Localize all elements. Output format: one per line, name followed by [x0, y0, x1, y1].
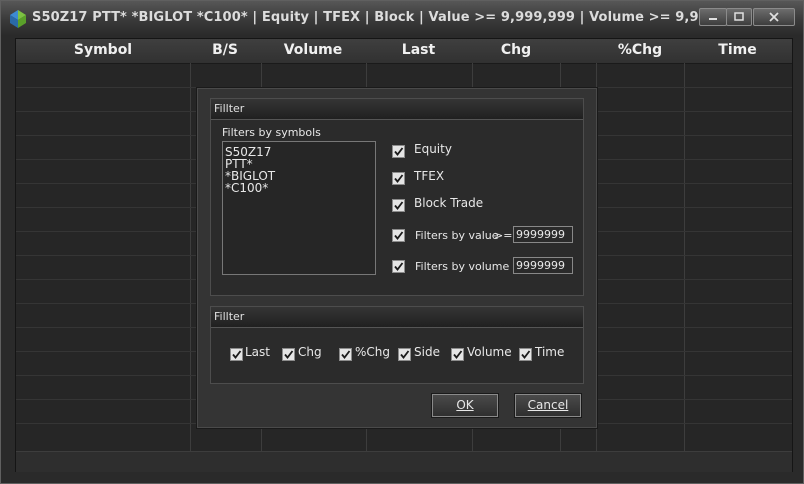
checkmark-icon: [400, 350, 410, 359]
ok-button[interactable]: OK: [432, 394, 498, 417]
column-header-pchg[interactable]: %Chg: [596, 42, 684, 58]
side-column-label: Side: [414, 345, 440, 359]
time-column-checkbox[interactable]: [519, 348, 532, 361]
filters-by-symbols-label: Filters by symbols: [222, 126, 321, 139]
tfex-checkbox[interactable]: [392, 172, 405, 185]
last-column-checkbox[interactable]: [230, 348, 243, 361]
pchg-column-checkbox[interactable]: [339, 348, 352, 361]
group-header: Fillter: [211, 307, 583, 328]
symbols-textarea[interactable]: S50Z17 PTT* *BIGLOT *C100*: [222, 141, 376, 275]
group-title: Fillter: [214, 310, 245, 323]
column-header-bs[interactable]: B/S: [190, 42, 260, 58]
checkmark-icon: [394, 147, 404, 156]
volume-threshold-input[interactable]: 9999999: [513, 257, 573, 274]
filter-dialog: Fillter Filters by symbols S50Z17 PTT* *…: [196, 87, 598, 429]
value-threshold-input[interactable]: 9999999: [513, 226, 573, 243]
symbol-line: *C100*: [225, 181, 269, 195]
equity-label: Equity: [414, 142, 452, 156]
tfex-label: TFEX: [414, 169, 445, 183]
block-trade-label: Block Trade: [414, 196, 484, 210]
column-header-last[interactable]: Last: [366, 42, 471, 58]
checkmark-icon: [284, 350, 294, 359]
pchg-column-label: %Chg: [355, 345, 391, 359]
time-column-label: Time: [535, 345, 565, 359]
grid-column-divider: [190, 63, 191, 451]
last-column-label: Last: [245, 345, 270, 359]
column-filter-group: Fillter Last Chg %Chg Side Volume Time: [210, 306, 584, 384]
filter-by-value-checkbox[interactable]: [392, 229, 405, 242]
volume-column-checkbox[interactable]: [451, 348, 464, 361]
close-icon: [769, 12, 779, 22]
maximize-icon: [734, 12, 744, 21]
column-header-time[interactable]: Time: [685, 42, 790, 58]
main-window: S50Z17 PTT* *BIGLOT *C100* | Equity | TF…: [0, 0, 804, 484]
checkmark-icon: [394, 231, 404, 240]
maximize-button[interactable]: [726, 8, 752, 26]
column-header-volume[interactable]: Volume: [261, 42, 365, 58]
horizontal-scrollbar[interactable]: [16, 451, 792, 472]
grid-header: Symbol B/S Volume Last Chg %Chg Time: [16, 39, 792, 64]
volume-column-label: Volume: [467, 345, 512, 359]
group-title: Fillter: [214, 102, 245, 115]
block-trade-checkbox[interactable]: [392, 199, 405, 212]
symbol-filter-group: Fillter Filters by symbols S50Z17 PTT* *…: [210, 98, 584, 296]
side-column-checkbox[interactable]: [398, 348, 411, 361]
filter-by-volume-checkbox[interactable]: [392, 260, 405, 273]
chg-column-checkbox[interactable]: [282, 348, 295, 361]
column-header-symbol[interactable]: Symbol: [18, 42, 188, 58]
checkmark-icon: [453, 350, 463, 359]
grid-column-divider: [684, 63, 685, 451]
cancel-button[interactable]: Cancel: [515, 394, 581, 417]
checkmark-icon: [394, 262, 404, 271]
window-title: S50Z17 PTT* *BIGLOT *C100* | Equity | TF…: [32, 10, 750, 25]
column-header-chg[interactable]: Chg: [472, 42, 560, 58]
checkmark-icon: [394, 201, 404, 210]
checkmark-icon: [232, 350, 242, 359]
close-button[interactable]: [753, 8, 795, 26]
minimize-icon: [709, 18, 717, 20]
value-operator-label: >=: [494, 229, 513, 242]
minimize-button[interactable]: [699, 8, 727, 26]
chg-column-label: Chg: [298, 345, 322, 359]
equity-checkbox[interactable]: [392, 145, 405, 158]
filter-by-value-label: Filters by value: [415, 229, 499, 242]
checkmark-icon: [341, 350, 351, 359]
checkmark-icon: [394, 174, 404, 183]
checkmark-icon: [521, 350, 531, 359]
title-bar[interactable]: S50Z17 PTT* *BIGLOT *C100* | Equity | TF…: [1, 1, 803, 35]
group-header: Fillter: [211, 99, 583, 120]
app-logo-icon: [10, 10, 26, 28]
